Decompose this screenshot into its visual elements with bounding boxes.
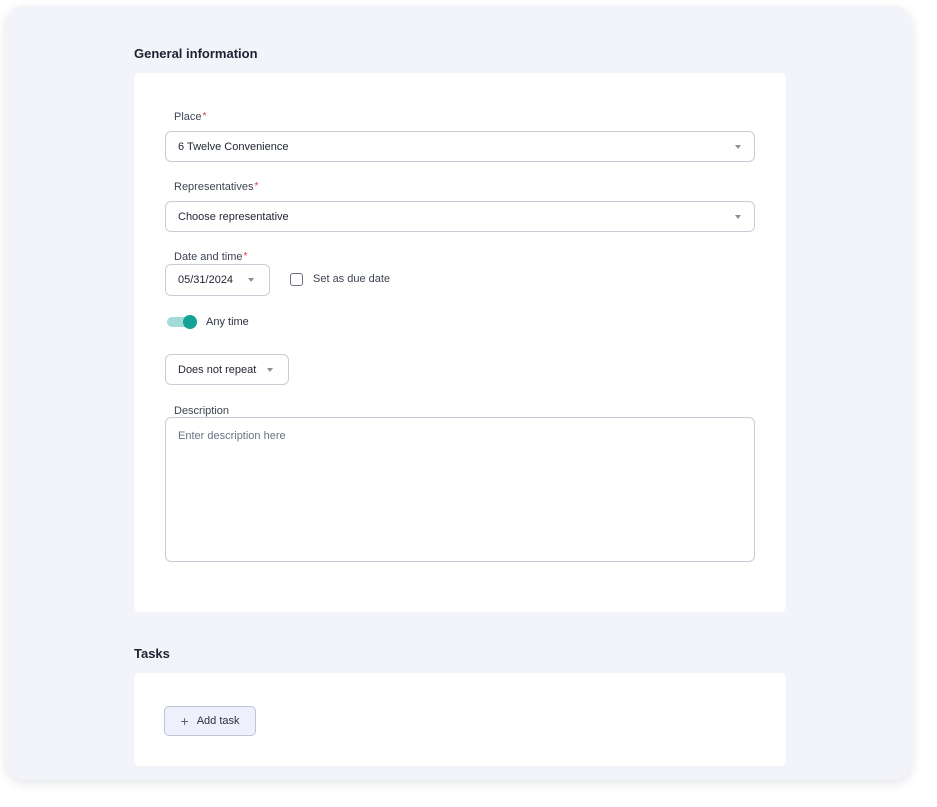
add-task-button[interactable]: + Add task xyxy=(164,706,256,736)
representatives-value: Choose representative xyxy=(178,210,289,223)
date-value: 05/31/2024 xyxy=(178,274,234,286)
representatives-label: Representatives* xyxy=(174,181,259,193)
chevron-down-icon xyxy=(735,144,741,149)
repeat-value: Does not repeat xyxy=(178,363,257,376)
due-date-label: Set as due date xyxy=(313,273,391,285)
description-label: Description xyxy=(174,405,230,417)
chevron-down-icon xyxy=(735,214,741,219)
description-placeholder: Enter description here xyxy=(178,430,286,442)
general-information-title: General information xyxy=(134,46,258,61)
due-date-checkbox[interactable] xyxy=(290,273,303,286)
description-textarea[interactable]: Enter description here xyxy=(165,417,755,562)
representatives-select[interactable]: Choose representative xyxy=(165,201,755,232)
repeat-select[interactable]: Does not repeat xyxy=(165,354,289,385)
date-time-label: Date and time* xyxy=(174,251,248,263)
place-select[interactable]: 6 Twelve Convenience xyxy=(165,131,755,162)
chevron-down-icon xyxy=(267,367,273,372)
tasks-card: + Add task xyxy=(134,673,786,766)
chevron-down-icon xyxy=(248,278,254,282)
place-value: 6 Twelve Convenience xyxy=(178,140,289,153)
add-task-label: Add task xyxy=(196,715,240,727)
date-select[interactable]: 05/31/2024 xyxy=(165,264,270,296)
tasks-title: Tasks xyxy=(134,646,170,661)
any-time-toggle-knob[interactable] xyxy=(183,315,197,329)
form-panel: General information Place* 6 Twelve Conv… xyxy=(6,6,912,780)
plus-icon: + xyxy=(180,713,189,729)
general-information-card: Place* 6 Twelve Convenience Representati… xyxy=(134,73,786,612)
any-time-label: Any time xyxy=(206,316,249,328)
place-label: Place* xyxy=(174,111,207,123)
